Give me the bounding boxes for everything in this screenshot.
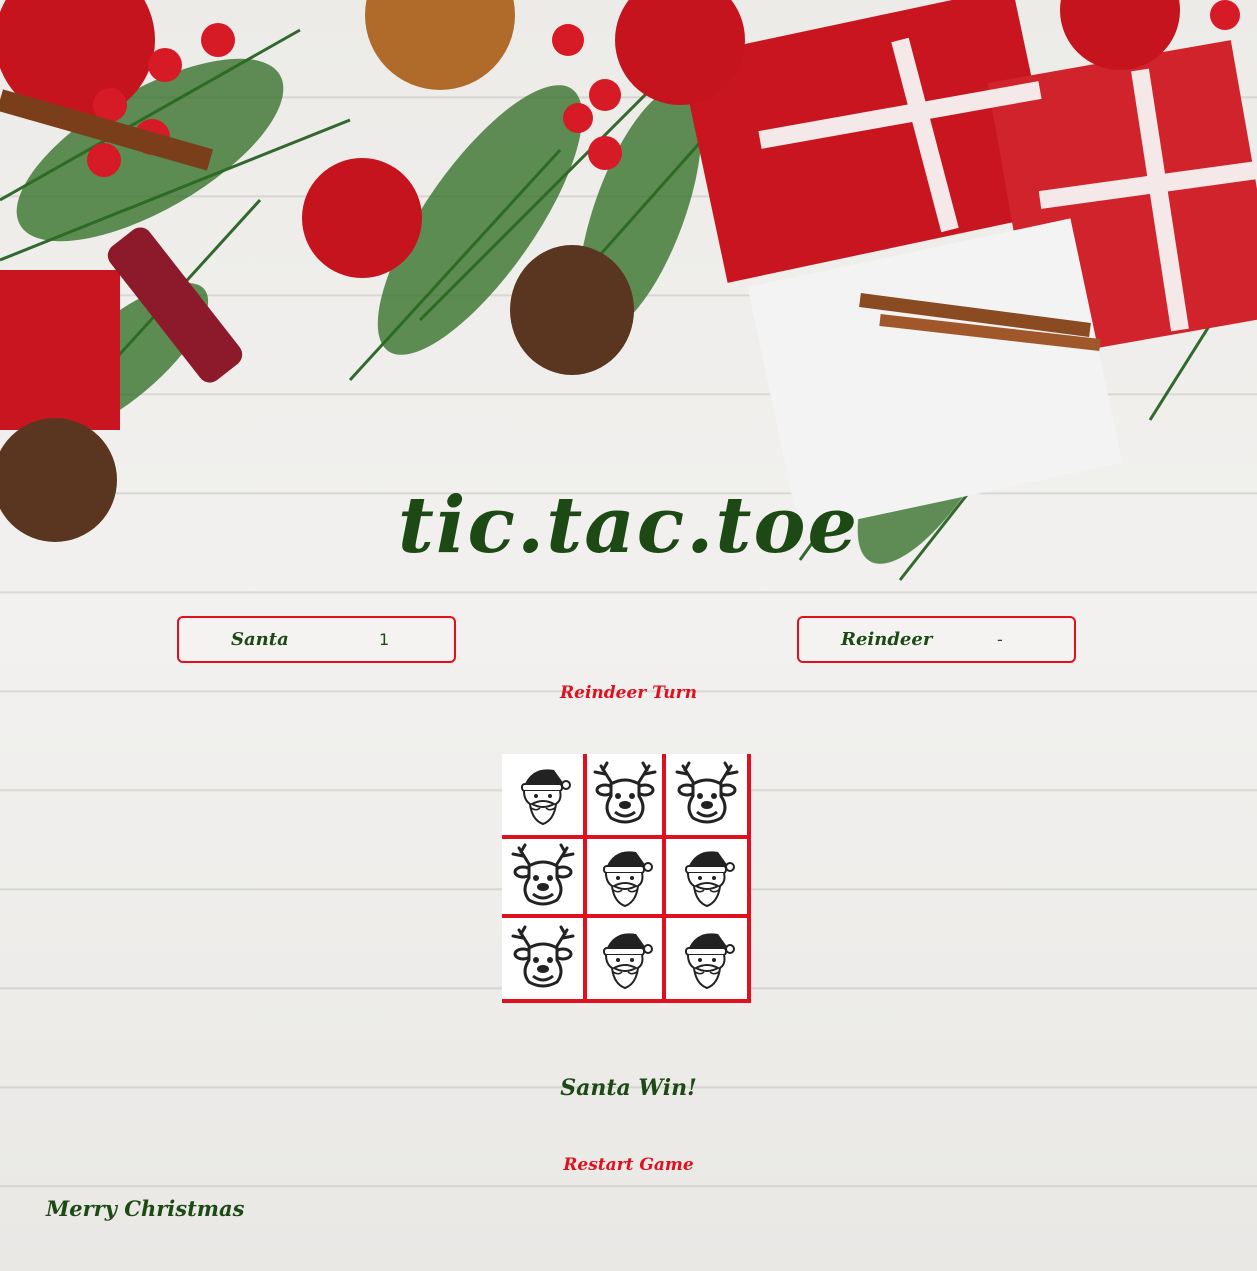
santa-icon [674, 842, 740, 912]
page-title: tic.tac.toe [397, 480, 860, 571]
reindeer-icon [507, 924, 579, 994]
restart-game-button[interactable]: Restart Game [0, 1154, 1257, 1176]
board-cell[interactable] [583, 754, 666, 835]
reindeer-icon [671, 760, 743, 830]
reindeer-score-value: - [997, 630, 1003, 649]
board-cell[interactable] [583, 918, 666, 999]
board-cell[interactable] [666, 918, 747, 999]
santa-player-name: Santa [231, 629, 289, 650]
santa-score-box: Santa 1 [177, 616, 456, 663]
board-cell[interactable] [583, 835, 666, 918]
santa-icon [592, 842, 658, 912]
turn-indicator: Reindeer Turn [560, 683, 697, 703]
result-message: Santa Win! [560, 1075, 697, 1101]
game-board [502, 754, 751, 1003]
santa-icon [592, 924, 658, 994]
santa-icon [674, 924, 740, 994]
reindeer-icon [507, 842, 579, 912]
santa-icon [510, 760, 576, 830]
board-cell[interactable] [666, 835, 747, 918]
reindeer-score-box: Reindeer - [797, 616, 1076, 663]
board-cell[interactable] [502, 918, 583, 999]
board-cell[interactable] [666, 754, 747, 835]
board-cell[interactable] [502, 754, 583, 835]
board-cell[interactable] [502, 835, 583, 918]
santa-score-value: 1 [379, 630, 390, 649]
reindeer-player-name: Reindeer [841, 629, 933, 650]
footer-message: Merry Christmas [46, 1196, 245, 1221]
reindeer-icon [589, 760, 661, 830]
